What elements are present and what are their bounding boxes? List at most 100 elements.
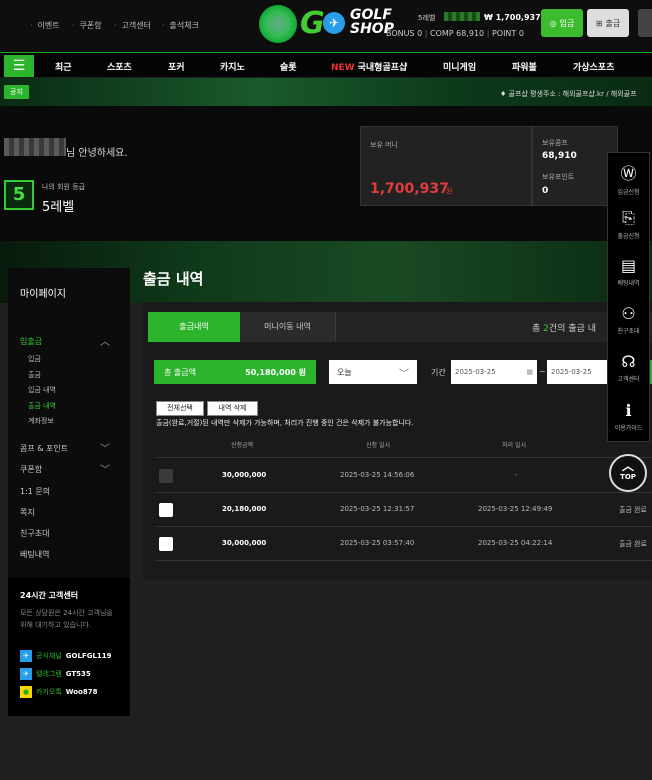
nav-poker[interactable]: 포커: [168, 60, 185, 73]
cs-channel[interactable]: ✈ 공식채널 GOLFGL119: [20, 650, 112, 662]
cs-kakao-label: 카카오톡: [36, 688, 62, 696]
top-label: TOP: [620, 473, 636, 481]
logo-g[interactable]: G: [300, 6, 325, 41]
event-link[interactable]: 이벤트: [30, 20, 60, 31]
deposit-button[interactable]: ◎ 입금: [541, 9, 583, 37]
chevron-down-icon[interactable]: ﹀: [100, 440, 110, 455]
chevron-up-icon[interactable]: ︿: [100, 333, 110, 348]
money-unit: 원: [446, 187, 453, 195]
chevron-up-icon: ︿: [621, 459, 634, 473]
point-amount: 0: [542, 186, 549, 196]
period-selected: 오늘: [337, 367, 352, 377]
menu-icon[interactable]: ☰: [4, 55, 34, 77]
float-label: 배팅내역: [617, 280, 640, 287]
logo-emblem[interactable]: [259, 5, 297, 43]
nav-casino[interactable]: 카지노: [220, 60, 245, 73]
bonus-label: BONUS: [386, 29, 415, 38]
row-processed: 2025-03-25 04:22:14: [478, 539, 553, 547]
total-count: 총 2건의 출금 내: [532, 321, 596, 334]
attendance-link[interactable]: 출석체크: [162, 20, 199, 31]
comp-amount: 68,910: [542, 151, 577, 161]
cs-telegram-label: 텔레그램: [36, 670, 62, 678]
sidebar-item-withdraw[interactable]: 출금: [28, 370, 41, 380]
sum-label: 총 출금액: [164, 367, 196, 377]
row-amount: 30,000,000: [222, 539, 267, 547]
greeting: 님 안녕하세요.: [66, 148, 128, 159]
sidebar-item-deposit[interactable]: 입금: [28, 354, 41, 364]
telegram-icon: ✈: [20, 668, 32, 680]
telegram-icon: ✈: [323, 12, 345, 34]
sidebar-item-inquiry[interactable]: 1:1 문의: [20, 486, 50, 497]
float-label: 입금신청: [617, 189, 640, 196]
logo-text-line1: GOLF: [350, 7, 392, 23]
sidebar-item-withdraw-history[interactable]: 출금 내역: [28, 401, 56, 411]
username-blurred: [444, 12, 480, 21]
point-caption: 보유포인트: [542, 173, 575, 181]
nav-recent[interactable]: 최근: [55, 60, 72, 73]
sidebar-item-bet-history[interactable]: 베팅내역: [20, 549, 49, 560]
nav-slot[interactable]: 슬롯: [280, 60, 297, 73]
period-select[interactable]: 오늘 ﹀: [329, 360, 417, 384]
sidebar-item-comp-point[interactable]: 콤프 & 포인트: [20, 443, 68, 454]
notice-text-value: 골프샵 평생주소 : 해외골프샵.kr / 해외골프: [508, 90, 637, 98]
float-customer-center[interactable]: ☊ 고객센터: [607, 352, 650, 383]
row-status: 출금 완료: [619, 540, 647, 548]
notice-badge: 공지: [4, 85, 29, 99]
row-checkbox[interactable]: [159, 537, 173, 551]
row-amount: 20,180,000: [222, 505, 267, 513]
row-amount: 30,000,000: [222, 471, 267, 479]
delete-history-button[interactable]: 내역 삭제: [207, 401, 258, 416]
row-checkbox[interactable]: [159, 503, 173, 517]
nav-minigame[interactable]: 미니게임: [443, 60, 476, 73]
cs-kakao[interactable]: ● 카카오톡 Woo878: [20, 686, 97, 698]
chevron-down-icon: ﹀: [399, 368, 409, 380]
document-icon: ▤: [620, 256, 637, 275]
row-status: 출금 완료: [619, 506, 647, 514]
withdraw-icon: ⎘: [622, 208, 635, 227]
sidebar-item-invite[interactable]: 친구초대: [20, 528, 49, 539]
float-deposit-request[interactable]: Ⓦ 입금신청: [607, 160, 650, 196]
date-to-value: 2025-03-25: [551, 368, 592, 376]
kakaotalk-icon: ●: [20, 686, 32, 698]
point-value: 0: [518, 29, 524, 38]
nav-sports[interactable]: 스포츠: [107, 60, 132, 73]
nav-virtual-sports[interactable]: 가상스포츠: [573, 60, 614, 73]
sidebar-item-deposit-history[interactable]: 입금 내역: [28, 385, 56, 395]
nav-powerball[interactable]: 파워볼: [512, 60, 537, 73]
tab-withdraw-history[interactable]: 출금내역: [148, 312, 240, 342]
sidebar-group-deposit-withdraw[interactable]: 입출금: [20, 336, 42, 347]
row-requested: 2025-03-25 03:57:40: [340, 539, 415, 547]
withdraw-button[interactable]: ⊞ 출금: [587, 9, 629, 37]
th-requested: 신청 일시: [366, 442, 390, 449]
withdraw-icon: ⊞: [595, 18, 603, 28]
info-icon: ℹ: [625, 401, 632, 420]
table-row: 30,000,000 2025-03-25 14:56:06 -: [155, 459, 652, 493]
tab-money-transfer-history[interactable]: 머니이동 내역: [240, 312, 336, 342]
sidebar-item-coupon[interactable]: 쿠폰함: [20, 464, 42, 475]
float-invite-friend[interactable]: ⚇ 친구초대: [607, 304, 650, 335]
cs-description: 모든 상담원은 24시간 고객님을 위해 대기하고 있습니다.: [20, 609, 113, 629]
user-level: 5레벨: [418, 14, 436, 22]
sidebar-item-message[interactable]: 쪽지: [20, 507, 35, 518]
period-label: 기간: [431, 368, 446, 377]
notice-text[interactable]: ♦ 골프샵 평생주소 : 해외골프샵.kr / 해외골프: [500, 89, 637, 99]
money-label: 보유 머니: [370, 141, 398, 149]
coupon-link[interactable]: 쿠폰함: [72, 20, 102, 31]
notice-icon: ♦: [500, 90, 509, 98]
withdraw-sum-box: 총 출금액 50,180,000 원: [154, 360, 316, 384]
cs-channel-value: GOLFGL119: [65, 652, 112, 660]
scroll-top-button[interactable]: ︿ TOP: [609, 454, 647, 492]
date-from-input[interactable]: 2025-03-25 ▦: [451, 360, 537, 384]
user-stats: BONUS 0 | COMP 68,910 | POINT 0: [386, 29, 524, 38]
extra-button[interactable]: [638, 9, 652, 37]
chevron-down-icon[interactable]: ﹀: [100, 461, 110, 476]
float-bet-history[interactable]: ▤ 배팅내역: [607, 256, 650, 287]
nav-golf-shop[interactable]: NEW 국내형골프샵: [331, 60, 407, 73]
select-all-button[interactable]: 전체선택: [156, 401, 204, 416]
float-withdraw-request[interactable]: ⎘ 출금신청: [607, 208, 650, 240]
sidebar-title: 마이페이지: [20, 289, 66, 300]
cs-telegram[interactable]: ✈ 텔레그램 GT535: [20, 668, 91, 680]
float-user-guide[interactable]: ℹ 이용가이드: [607, 401, 650, 432]
support-link[interactable]: 고객센터: [114, 20, 151, 31]
sidebar-item-account[interactable]: 계좌정보: [28, 416, 54, 426]
